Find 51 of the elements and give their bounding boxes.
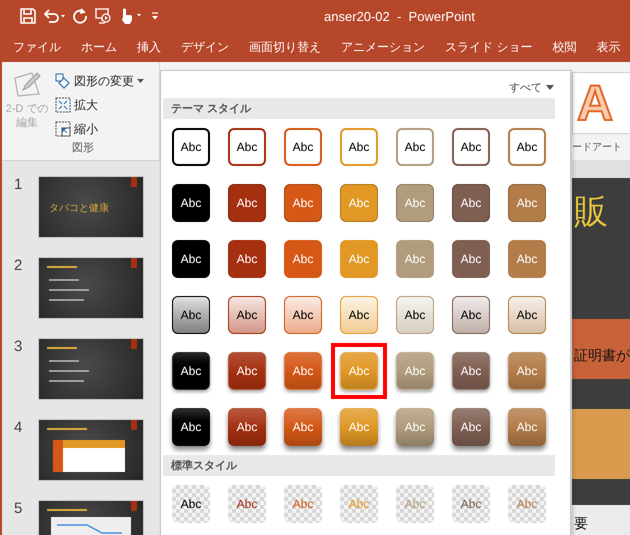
slide-heading: 販 xyxy=(574,192,609,233)
ribbon-tab[interactable]: 表示 xyxy=(587,36,630,58)
slide-thumbnail[interactable] xyxy=(38,419,144,481)
section-header: テーマ スタイル xyxy=(163,98,555,119)
slide-number: 3 xyxy=(14,338,24,357)
slide-marker xyxy=(131,339,137,349)
caret-icon xyxy=(546,85,554,90)
ribbon-button[interactable]: 縮小 xyxy=(55,118,144,140)
shape-icon xyxy=(55,73,71,89)
customize-icon[interactable] xyxy=(150,11,160,21)
shrink-icon xyxy=(55,121,71,137)
slide-title: タバコと健康 xyxy=(49,202,109,215)
slide-marker xyxy=(131,420,137,430)
save-icon[interactable] xyxy=(20,8,36,24)
presentation-icon[interactable] xyxy=(94,7,112,25)
pane-background xyxy=(572,160,630,178)
ribbon-tab[interactable]: デザイン xyxy=(172,36,238,58)
slide-content-drawing xyxy=(47,347,90,382)
slide-marker xyxy=(131,258,137,268)
shape-text: 証明書が xyxy=(574,346,630,365)
slide-thumbnail[interactable] xyxy=(38,338,144,400)
ribbon-tab[interactable]: スライド ショー xyxy=(436,36,542,58)
group-label: ードアート xyxy=(572,141,623,154)
ribbon-tab[interactable]: 画面切り替え xyxy=(240,36,330,58)
slide-number: 2 xyxy=(14,257,24,276)
wordart-letter: A xyxy=(577,78,614,128)
redo-icon[interactable] xyxy=(72,8,88,24)
slide-number: 4 xyxy=(14,419,24,438)
edit-shape-icon xyxy=(12,70,42,98)
slide-content-drawing xyxy=(47,266,90,301)
slide-marker xyxy=(131,177,137,187)
window-title: anser20-02 - PowerPoint xyxy=(324,8,476,24)
group-label: 図形 xyxy=(72,141,94,155)
ribbon-tab[interactable]: 挿入 xyxy=(128,36,170,58)
ribbon-tab[interactable]: アニメーション xyxy=(332,36,434,58)
slide-number: 5 xyxy=(14,500,24,519)
notes-text: 要 xyxy=(574,515,588,531)
slide-thumbnail[interactable] xyxy=(38,257,144,319)
slide-thumbnail[interactable]: タバコと健康 xyxy=(38,176,144,238)
ribbon-tab[interactable]: ファイル xyxy=(4,36,70,58)
ribbon-tab[interactable]: 校閲 xyxy=(543,36,586,58)
enlarge-icon xyxy=(55,97,71,113)
filter-dropdown[interactable]: すべて xyxy=(509,77,554,98)
ribbon-button[interactable]: 拡大 xyxy=(55,94,144,116)
section-header: 標準スタイル xyxy=(163,455,555,476)
ribbon-tab[interactable]: ホーム xyxy=(72,36,126,58)
slide-marker xyxy=(131,501,137,511)
shape-bar xyxy=(572,408,630,479)
slide-number: 1 xyxy=(14,176,24,195)
undo-icon[interactable] xyxy=(42,8,66,24)
ribbon-button[interactable]: 図形の変更 xyxy=(55,70,144,92)
